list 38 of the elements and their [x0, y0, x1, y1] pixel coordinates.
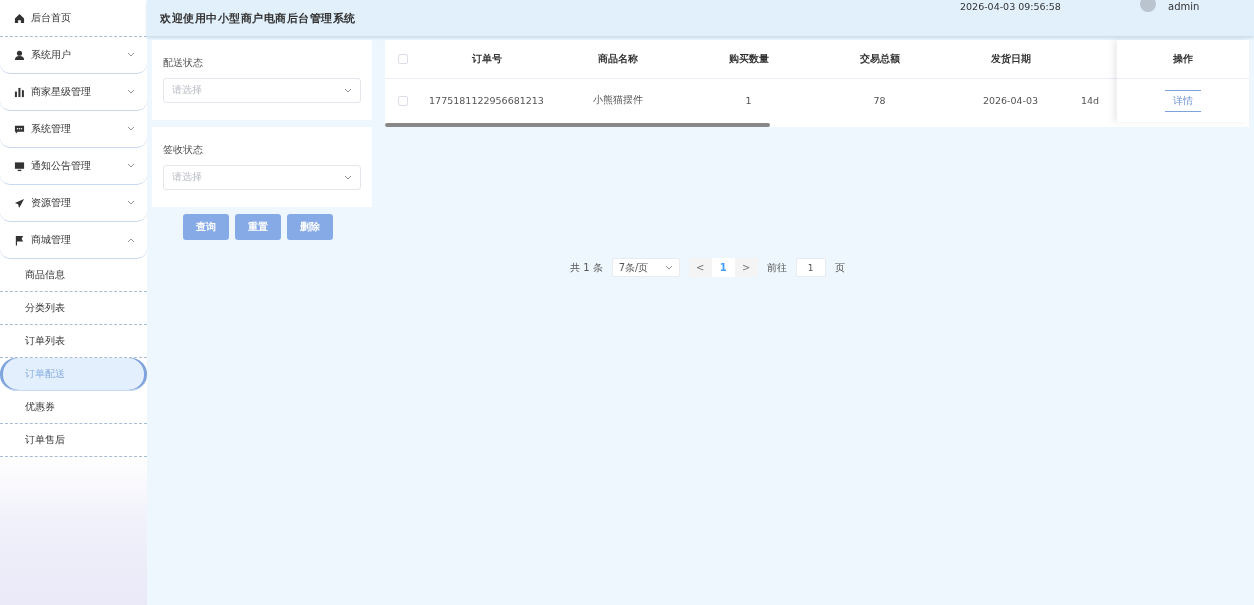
datetime: 2026-04-03 09:56:58	[960, 1, 1061, 12]
table-cell-text: 78	[872, 95, 887, 106]
menu-icon	[14, 12, 25, 24]
column-header: 商品名称	[596, 52, 639, 66]
table-cell-text: 1	[744, 95, 753, 106]
menu-icon	[14, 49, 25, 61]
horizontal-scrollbar[interactable]	[385, 123, 770, 127]
goto-label: 前往	[766, 260, 787, 275]
column-header: 交易总额	[858, 52, 901, 66]
column-header: 购买数量	[727, 52, 770, 66]
filter-label: 签收状态	[163, 144, 204, 157]
next-page-button[interactable]: >	[734, 258, 758, 277]
row-checkbox[interactable]	[398, 95, 408, 106]
prev-page-button[interactable]: <	[688, 258, 712, 277]
page-size-select[interactable]: 7条/页	[611, 258, 680, 277]
menu-icon	[14, 160, 25, 172]
menu-icon	[14, 86, 25, 98]
column-header: 订单号	[470, 52, 503, 66]
page-title: 欢迎使用中小型商户电商后台管理系统	[160, 10, 356, 26]
table-cell-text: 1775181122956681213	[428, 95, 545, 106]
select-all-checkbox[interactable]	[398, 54, 408, 64]
username[interactable]: admin	[1168, 1, 1200, 12]
table-cell-text: 2026-04-03	[981, 95, 1040, 106]
page-input[interactable]: 1	[795, 258, 826, 277]
chevron-icon	[664, 264, 673, 271]
chevron-icon	[344, 174, 352, 181]
filter-label: 配送状态	[163, 57, 204, 70]
menu-icon	[14, 234, 25, 246]
table-cell-text: 14d	[1080, 95, 1100, 106]
chevron-icon	[344, 87, 352, 94]
total-count: 共 1 条	[570, 260, 603, 275]
table-cell-text: 小熊猫摆件	[591, 94, 644, 107]
column-header: 发货日期	[989, 52, 1032, 66]
column-header: 操作	[1117, 40, 1249, 79]
menu-icon	[14, 123, 25, 135]
page-unit: 页	[834, 260, 845, 275]
menu-icon	[14, 197, 25, 209]
avatar[interactable]	[1140, 0, 1156, 12]
